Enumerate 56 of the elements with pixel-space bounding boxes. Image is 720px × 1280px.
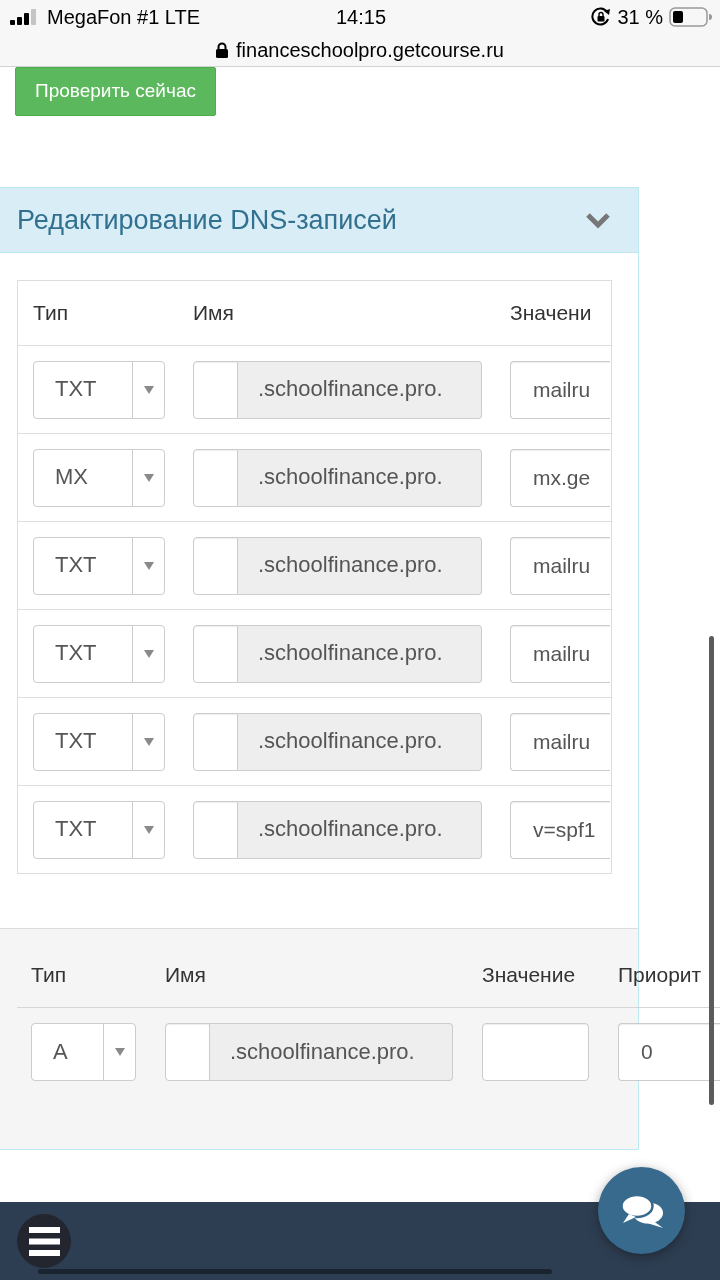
caret-icon xyxy=(143,737,154,746)
subdomain-field[interactable] xyxy=(193,800,238,859)
domain-suffix: .schoolfinance.pro. xyxy=(238,360,482,419)
column-header: Значени xyxy=(510,300,592,324)
status-time: 14:15 xyxy=(335,4,387,29)
domain-suffix: .schoolfinance.pro. xyxy=(238,536,482,595)
subdomain-field[interactable] xyxy=(193,624,238,683)
type-select[interactable]: A xyxy=(31,1023,136,1081)
signal-icon xyxy=(10,8,36,25)
value-field[interactable]: v=spf1 xyxy=(510,800,610,859)
type-select[interactable]: TXT xyxy=(33,624,165,683)
domain-suffix: .schoolfinance.pro. xyxy=(210,1023,453,1081)
battery-icon xyxy=(669,6,712,27)
battery-percent: 31 % xyxy=(617,4,663,29)
column-header: Тип xyxy=(31,963,66,986)
value-field[interactable]: mailru xyxy=(510,712,610,771)
panel-header[interactable]: Редактирование DNS-записей xyxy=(0,187,639,253)
subdomain-field[interactable] xyxy=(193,536,238,595)
type-select[interactable]: TXT xyxy=(33,536,165,595)
column-header: Приорит xyxy=(618,963,702,986)
value-field[interactable] xyxy=(482,1023,589,1081)
lock-icon xyxy=(216,41,228,58)
caret-icon xyxy=(143,385,154,394)
type-select[interactable]: MX xyxy=(33,448,165,507)
page-address[interactable]: financeschoolpro.getcourse.ru xyxy=(236,37,504,62)
menu-icon xyxy=(28,1226,60,1256)
domain-suffix: .schoolfinance.pro. xyxy=(238,712,482,771)
caret-icon xyxy=(143,473,154,482)
column-header: Имя xyxy=(165,963,206,986)
value-field[interactable]: mailru xyxy=(510,536,610,595)
domain-suffix: .schoolfinance.pro. xyxy=(238,800,482,859)
rotation-lock-icon xyxy=(591,6,612,27)
priority-field[interactable]: 0 xyxy=(618,1023,720,1081)
type-select[interactable]: TXT xyxy=(33,712,165,771)
domain-suffix: .schoolfinance.pro. xyxy=(238,448,482,507)
caret-icon xyxy=(143,561,154,570)
caret-icon xyxy=(143,825,154,834)
carrier-name: MegaFon #1 LTE xyxy=(47,4,201,29)
value-field[interactable]: mx.ge xyxy=(510,448,610,507)
column-header: Значение xyxy=(482,963,576,986)
chevron-down-icon xyxy=(585,211,611,229)
subdomain-field[interactable] xyxy=(193,360,238,419)
column-header: Имя xyxy=(193,300,234,324)
type-select[interactable]: TXT xyxy=(33,360,165,419)
value-field[interactable]: mailru xyxy=(510,360,610,419)
subdomain-field[interactable] xyxy=(165,1023,210,1081)
caret-icon xyxy=(143,649,154,658)
panel-title: Редактирование DNS-записей xyxy=(17,203,397,237)
type-select[interactable]: TXT xyxy=(33,800,165,859)
caret-icon xyxy=(114,1048,125,1056)
subdomain-field[interactable] xyxy=(193,448,238,507)
column-header: Тип xyxy=(33,300,68,324)
domain-suffix: .schoolfinance.pro. xyxy=(238,624,482,683)
value-field[interactable]: mailru xyxy=(510,624,610,683)
menu-button[interactable] xyxy=(17,1214,71,1268)
subdomain-field[interactable] xyxy=(193,712,238,771)
